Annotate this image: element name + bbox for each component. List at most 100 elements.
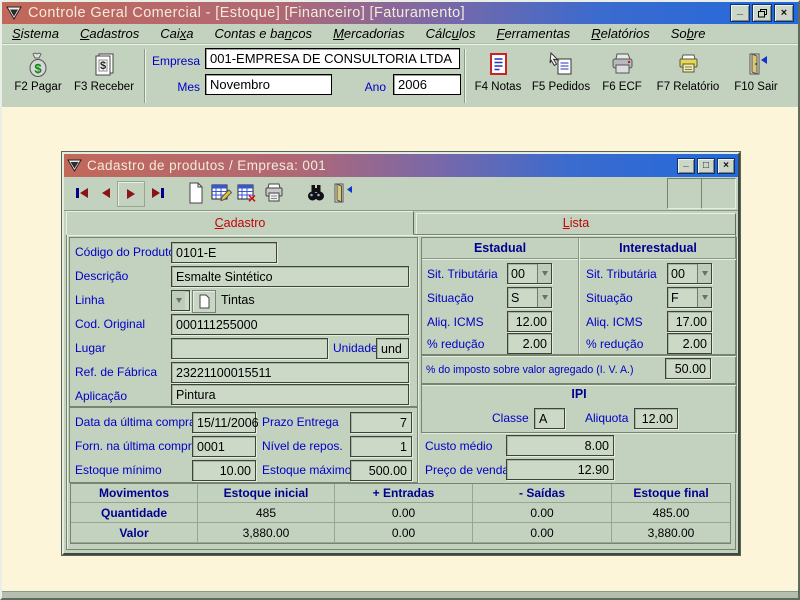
preco-venda-label: Preço de venda: [425, 463, 509, 477]
restore-button[interactable]: [752, 4, 772, 22]
notas-icon: [470, 48, 526, 78]
menu-item-sistema[interactable]: Sistema: [12, 26, 59, 41]
new-record-icon: [186, 182, 206, 204]
empresa-label: Empresa: [152, 54, 200, 68]
linha-label: Linha: [75, 293, 104, 307]
dropdown-arrow-icon: [537, 288, 551, 307]
menu-item-mercadorias[interactable]: Mercadorias: [333, 26, 405, 41]
relatorio-icon: [651, 48, 725, 78]
notas-button[interactable]: F4 Notas: [470, 48, 526, 103]
movimentos-table: Movimentos Estoque inicial + Entradas - …: [70, 483, 731, 544]
classe-field[interactable]: A: [534, 408, 565, 429]
main-toolbar: $ F2 Pagar $ F3 Receber Empresa 001-EMPR…: [2, 44, 798, 108]
child-close-button[interactable]: ×: [717, 158, 735, 174]
data-ultima-compra-field[interactable]: 15/11/2006: [192, 412, 256, 433]
next-record-button[interactable]: [117, 181, 145, 207]
unidade-label: Unidade: [333, 341, 378, 355]
aplicacao-field[interactable]: Pintura: [171, 384, 409, 405]
estadual-aliq-field[interactable]: 12.00: [507, 311, 552, 332]
minimize-button[interactable]: _: [730, 4, 750, 22]
divider: [578, 238, 580, 355]
dropdown-arrow-icon: [697, 288, 711, 307]
menu-item-caixa[interactable]: Caixa: [160, 26, 193, 41]
empresa-field[interactable]: 001-EMPRESA DE CONSULTORIA LTDA: [205, 48, 460, 69]
child-title: Cadastro de produtos / Empresa: 001: [87, 158, 326, 173]
menu-item-contas-e-bancos[interactable]: Contas e bancos: [214, 26, 312, 41]
app-logo-icon: [67, 158, 82, 173]
descricao-field[interactable]: Esmalte Sintético: [171, 266, 409, 287]
toolbar-separator: [144, 49, 146, 103]
menu-item-cadastros[interactable]: Cadastros: [80, 26, 139, 41]
linha-combo[interactable]: [171, 290, 190, 311]
dropdown-arrow-icon: [172, 291, 185, 310]
unidade-field[interactable]: und: [376, 338, 409, 359]
close-button[interactable]: ×: [774, 4, 794, 22]
aplicacao-label: Aplicação: [75, 389, 127, 403]
edit-record-button[interactable]: [210, 181, 234, 205]
cod-original-field[interactable]: 000111255000: [171, 314, 409, 335]
app-logo-icon: [6, 5, 22, 21]
interestadual-situacao-combo[interactable]: F: [667, 287, 712, 308]
table-header: Estoque final: [612, 484, 730, 503]
cod-original-label: Cod. Original: [75, 317, 145, 331]
sair-button[interactable]: F10 Sair: [728, 48, 784, 103]
aliquota-field[interactable]: 12.00: [634, 408, 678, 429]
delete-record-button[interactable]: ×: [236, 181, 260, 205]
situacao-label: Situação: [427, 291, 474, 305]
nivel-repos-label: Nível de repos.: [262, 439, 343, 453]
child-minimize-button[interactable]: _: [677, 158, 695, 174]
menu-item-sobre[interactable]: Sobre: [671, 26, 706, 41]
exit-window-button[interactable]: [330, 181, 354, 205]
data-ultima-compra-label: Data da última compra: [75, 415, 196, 429]
pagar-button[interactable]: $ F2 Pagar: [8, 48, 68, 103]
aliq-icms-label: Aliq. ICMS: [427, 315, 484, 329]
first-record-button[interactable]: [71, 181, 93, 205]
new-record-button[interactable]: [184, 181, 208, 205]
banknotes-icon: $: [72, 48, 136, 78]
interestadual-reducao-field[interactable]: 2.00: [667, 333, 712, 354]
menu-item-calculos[interactable]: Cálculos: [426, 26, 476, 41]
table-row-label: Valor: [71, 523, 198, 543]
estoque-maximo-field[interactable]: 500.00: [350, 460, 412, 481]
forn-ultima-compra-field[interactable]: 0001: [192, 436, 256, 457]
menu-item-relatorios[interactable]: Relatórios: [591, 26, 650, 41]
tab-lista[interactable]: Lista: [416, 213, 736, 235]
interestadual-aliq-field[interactable]: 17.00: [667, 311, 712, 332]
status-cell: [701, 178, 736, 209]
ecf-button[interactable]: F6 ECF: [596, 48, 648, 103]
interestadual-header: Interestadual: [580, 241, 736, 255]
interestadual-sit-trib-combo[interactable]: 00: [667, 263, 712, 284]
prev-record-button[interactable]: [95, 181, 117, 205]
exit-icon: [330, 182, 354, 204]
estoque-minimo-field[interactable]: 10.00: [192, 460, 256, 481]
receber-button[interactable]: $ F3 Receber: [72, 48, 136, 103]
linha-new-button[interactable]: [192, 290, 216, 313]
print-button[interactable]: [262, 181, 286, 205]
table-cell: 0.00: [473, 523, 612, 543]
sit-trib-label: Sit. Tributária: [427, 267, 498, 281]
child-maximize-button[interactable]: □: [697, 158, 715, 174]
tab-cadastro[interactable]: Cadastro: [66, 211, 414, 235]
lugar-field[interactable]: [171, 338, 328, 359]
table-cell: 485.00: [612, 503, 730, 523]
custo-medio-field[interactable]: 8.00: [506, 435, 614, 456]
ano-field[interactable]: 2006: [393, 74, 461, 95]
estadual-reducao-field[interactable]: 2.00: [507, 333, 552, 354]
aliquota-label: Aliquota: [585, 411, 628, 425]
codigo-field[interactable]: 0101-E: [171, 242, 277, 263]
ref-fabrica-field[interactable]: 23221100015511: [171, 362, 409, 383]
preco-venda-field[interactable]: 12.90: [506, 459, 614, 480]
situacao-label: Situação: [586, 291, 633, 305]
nivel-repos-field[interactable]: 1: [350, 436, 412, 457]
menu-item-ferramentas[interactable]: Ferramentas: [496, 26, 570, 41]
relatorio-button[interactable]: F7 Relatório: [651, 48, 725, 103]
iva-field[interactable]: 50.00: [665, 358, 711, 379]
pedidos-button[interactable]: F5 Pedidos: [529, 48, 593, 103]
table-cell: 3,880.00: [198, 523, 335, 543]
estadual-situacao-combo[interactable]: S: [507, 287, 552, 308]
estadual-sit-trib-combo[interactable]: 00: [507, 263, 552, 284]
mes-field[interactable]: Novembro: [205, 74, 332, 95]
prazo-entrega-field[interactable]: 7: [350, 412, 412, 433]
last-record-button[interactable]: [147, 181, 169, 205]
search-button[interactable]: [304, 181, 328, 205]
